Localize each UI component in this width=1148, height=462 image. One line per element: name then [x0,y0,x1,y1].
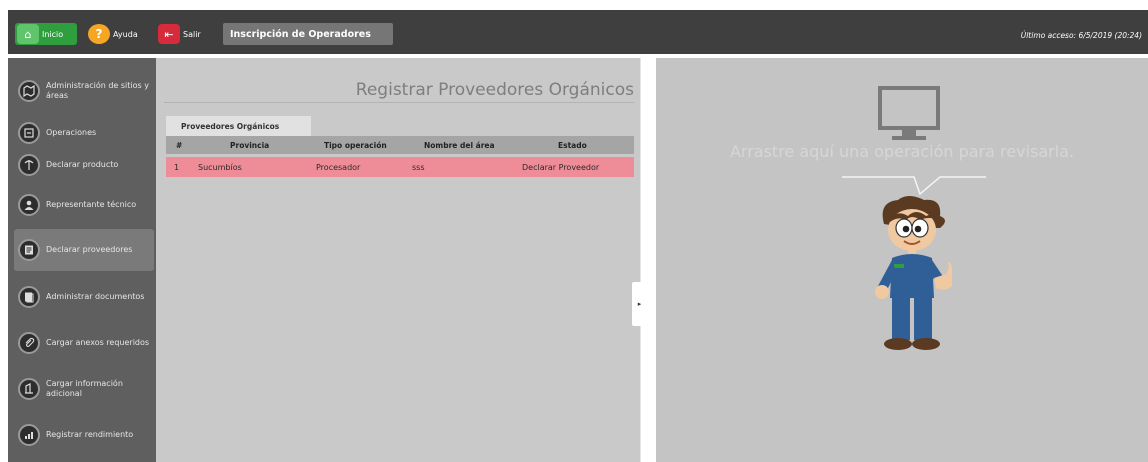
table-cell: Declarar Proveedor [522,162,600,172]
table-row[interactable]: 1 Sucumbíos Procesador sss Declarar Prov… [166,157,634,177]
drop-zone-text: Arrastre aquí una operación para revisar… [729,142,1075,161]
main-panel: Registrar Proveedores Orgánicos Proveedo… [156,58,640,462]
column-header[interactable]: # [176,136,182,154]
technician-icon [18,194,40,216]
column-header[interactable]: Nombre del área [424,136,495,154]
sidebar-item-label: Representante técnico [46,200,137,209]
ayuda-button[interactable]: ? Ayuda [88,23,138,45]
info-icon [18,378,40,400]
table-cell: sss [412,162,425,172]
tab-proveedores-organicos[interactable]: Proveedores Orgánicos [166,116,311,136]
providers-icon [18,239,40,261]
last-access-text: Último acceso: 6/5/2019 (20:24) [1020,31,1142,40]
sidebar-item-administrar-documentos[interactable]: Administrar documentos [14,276,154,318]
inicio-label: Inicio [42,29,64,39]
sidebar-item-declarar-producto[interactable]: Declarar producto [14,144,154,186]
chart-icon [18,424,40,446]
table-cell: Sucumbíos [198,162,242,172]
documents-icon [18,286,40,308]
sidebar-item-label: Administración de sitios y áreas [46,81,149,100]
table-header: # Provincia Tipo operación Nombre del ár… [166,136,634,154]
column-header[interactable]: Estado [558,136,587,154]
sidebar-item-label: Administrar documentos [46,292,145,301]
sidebar-item-declarar-proveedores[interactable]: Declarar proveedores [14,229,154,271]
column-header[interactable]: Provincia [230,136,269,154]
ayuda-label: Ayuda [113,29,138,39]
sidebar-item-label: Registrar rendimiento [46,430,134,439]
sidebar-item-cargar-informacion[interactable]: Cargar información adicional [14,368,154,410]
map-icon [18,80,40,102]
operations-icon [18,122,40,144]
inicio-button[interactable]: ⌂ Inicio [15,23,77,45]
review-panel: Arrastre aquí una operación para revisar… [656,58,1148,462]
sidebar-item-label: Declarar proveedores [46,245,133,254]
sidebar-item-label: Cargar información adicional [46,379,123,398]
sidebar-item-label: Declarar producto [46,160,119,169]
column-header[interactable]: Tipo operación [324,136,387,154]
mascot-illustration [875,196,952,350]
collapse-panel-button[interactable]: ▸ [632,282,647,326]
chevron-right-icon: ▸ [637,300,642,308]
monitor-icon [878,86,940,140]
inscripcion-operadores-button[interactable]: Inscripción de Operadores [223,23,393,45]
title-divider [164,102,634,103]
exit-icon: ⇤ [158,24,180,44]
panel-splitter[interactable] [640,58,656,462]
inscripcion-label: Inscripción de Operadores [230,28,371,40]
home-icon: ⌂ [17,24,39,44]
sidebar-item-administracion-sitios[interactable]: Administración de sitios y áreas [14,70,154,112]
sidebar-item-registrar-rendimiento[interactable]: Registrar rendimiento [14,414,154,456]
sidebar-item-representante-tecnico[interactable]: Representante técnico [14,184,154,226]
help-icon: ? [88,24,110,44]
attachment-icon [18,332,40,354]
top-bar: ⌂ Inicio ? Ayuda ⇤ Salir Inscripción de … [8,10,1148,54]
table-cell: 1 [174,162,180,172]
page-title: Registrar Proveedores Orgánicos [355,80,634,100]
product-icon [18,154,40,176]
salir-button[interactable]: ⇤ Salir [158,23,201,45]
sidebar: Administración de sitios y áreas Operaci… [8,58,156,462]
table-cell: Procesador [316,162,361,172]
sidebar-item-cargar-anexos[interactable]: Cargar anexos requeridos [14,322,154,364]
salir-label: Salir [183,29,201,39]
sidebar-item-label: Operaciones [46,128,97,137]
sidebar-item-label: Cargar anexos requeridos [46,338,150,347]
